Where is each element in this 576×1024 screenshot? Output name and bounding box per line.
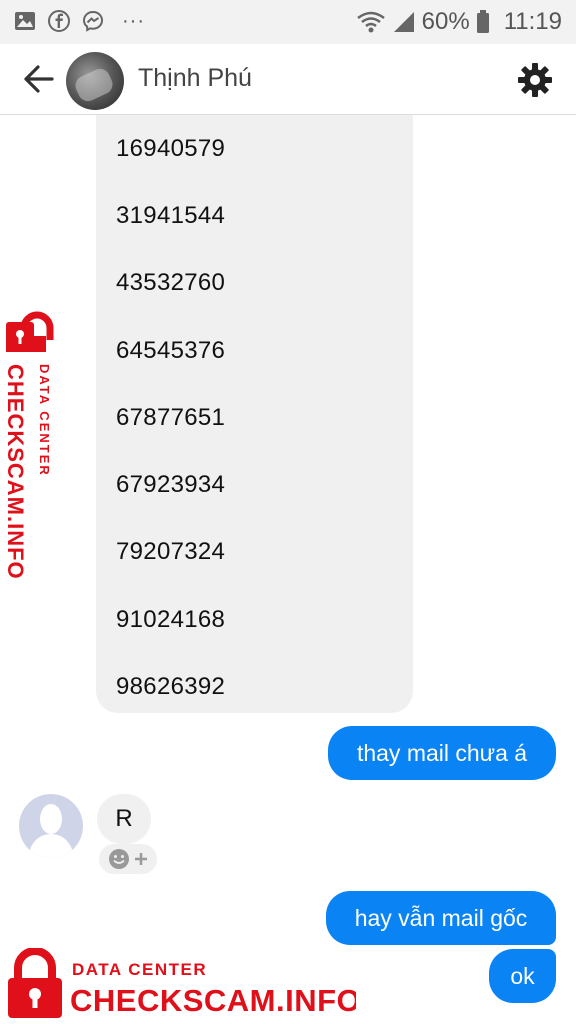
watermark-large-text: CHECKSCAM.INFO: [70, 983, 356, 1018]
watermark-large-text: CHECKSCAM.INFO: [4, 364, 28, 580]
contact-avatar[interactable]: [66, 52, 124, 110]
message-number-line: 64545376: [116, 337, 226, 364]
sender-avatar[interactable]: [19, 794, 83, 858]
message-number-line: 16940579: [116, 135, 226, 162]
back-arrow-icon[interactable]: [22, 64, 54, 94]
battery-percent: 60%: [421, 8, 470, 35]
message-thread[interactable]: 16940579 31941544 43532760 64545376 6787…: [0, 115, 576, 1024]
message-number-line: 43532760: [116, 269, 226, 296]
message-number-line: 67923934: [116, 471, 226, 498]
sent-message-bubble[interactable]: ok: [489, 949, 556, 1003]
messenger-icon: [82, 10, 104, 32]
watermark-small-text: DATA CENTER: [72, 960, 207, 979]
message-number-line: 31941544: [116, 202, 226, 229]
conversation-header: Thịnh Phú: [0, 44, 576, 115]
battery-icon: [476, 10, 489, 33]
clock: 11:19: [503, 8, 562, 35]
add-reaction-button[interactable]: [99, 844, 157, 874]
checkscam-watermark-bottom: DATA CENTER CHECKSCAM.INFO: [8, 948, 356, 1018]
contact-name[interactable]: Thịnh Phú: [138, 64, 252, 93]
received-message-bubble[interactable]: R: [97, 794, 151, 844]
sent-message-bubble[interactable]: hay vẫn mail gốc: [326, 891, 556, 945]
sent-message-bubble[interactable]: thay mail chưa á: [328, 726, 556, 780]
gear-icon[interactable]: [516, 61, 554, 99]
message-number-line: 79207324: [116, 538, 226, 565]
message-number-line: 98626392: [116, 673, 226, 700]
watermark-small-text: DATA CENTER: [37, 364, 52, 477]
signal-icon: [393, 12, 414, 32]
checkscam-watermark-left: DATA CENTER CHECKSCAM.INFO: [4, 311, 54, 580]
plus-icon: [135, 853, 147, 865]
smiley-icon: [109, 849, 129, 869]
gallery-icon: [15, 12, 35, 30]
message-number-line: 67877651: [116, 404, 226, 431]
wifi-icon: [356, 11, 385, 33]
message-number-line: 91024168: [116, 606, 226, 633]
more-notifications: ···: [122, 10, 145, 32]
status-bar: ··· 60% 11:19: [0, 0, 576, 44]
facebook-icon: [48, 10, 70, 32]
